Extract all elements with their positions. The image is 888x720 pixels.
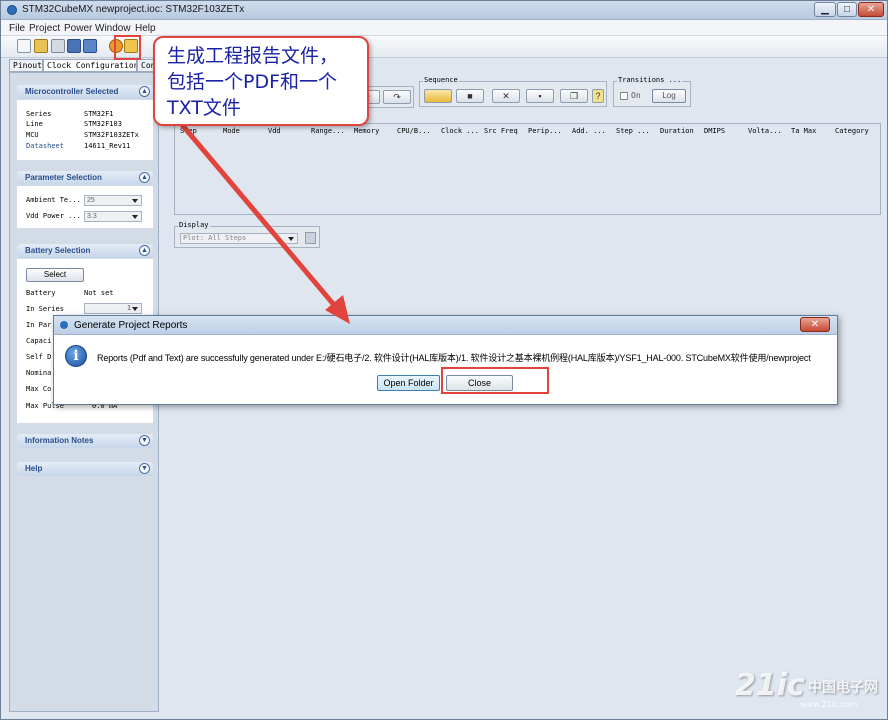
watermark-cn: 中国电子网 — [808, 680, 878, 696]
callout-line-1: 生成工程报告文件， — [167, 45, 339, 67]
watermark-url: www.21ic.com — [800, 700, 858, 709]
callout-line-3: TXT文件 — [167, 97, 241, 119]
annotation-callout: 生成工程报告文件， 包括一个PDF和一个 TXT文件 — [153, 36, 369, 126]
callout-line-2: 包括一个PDF和一个 — [167, 71, 338, 93]
watermark-logo: 21ic — [735, 668, 805, 703]
annotation-arrow — [175, 117, 350, 324]
